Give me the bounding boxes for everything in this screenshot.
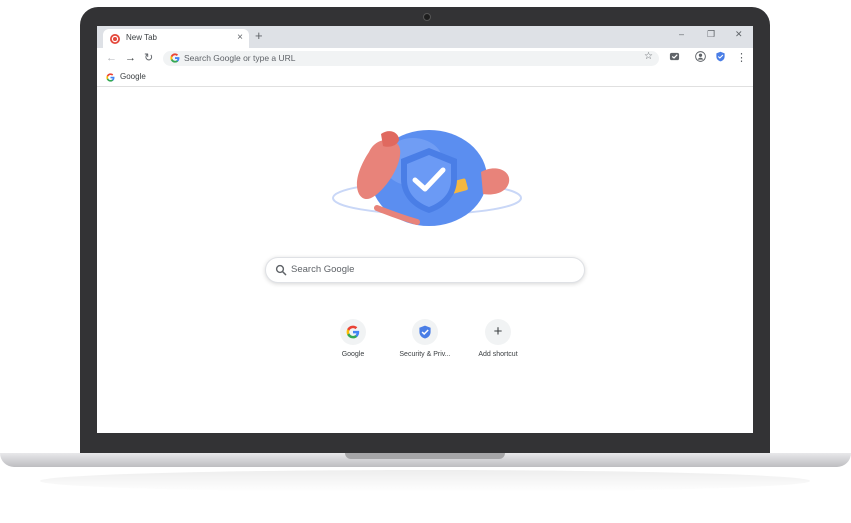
tab-new-tab[interactable]: New Tab × bbox=[103, 29, 249, 48]
shortcut-label: Security & Priv... bbox=[399, 351, 451, 358]
forward-icon[interactable]: → bbox=[125, 51, 136, 65]
new-tab-button[interactable]: + bbox=[255, 28, 263, 44]
menu-icon[interactable]: ⋮ bbox=[736, 51, 747, 65]
search-placeholder: Search Google bbox=[291, 264, 355, 275]
shield-check-illustration bbox=[332, 130, 522, 226]
search-box[interactable]: Search Google bbox=[265, 257, 585, 283]
reload-icon[interactable]: ↻ bbox=[144, 51, 153, 65]
google-g-icon bbox=[346, 325, 360, 339]
plus-icon: + bbox=[493, 323, 503, 340]
tab-close-icon[interactable]: × bbox=[237, 31, 243, 45]
shortcut-label: Google bbox=[341, 351, 365, 358]
laptop-notch bbox=[345, 453, 505, 459]
shortcut-label: Add shortcut bbox=[478, 351, 518, 358]
omnibox-placeholder: Search Google or type a URL bbox=[184, 53, 296, 63]
tab-favicon-icon bbox=[110, 34, 120, 44]
bookmark-label: Google bbox=[120, 72, 146, 81]
profile-icon[interactable] bbox=[695, 51, 706, 62]
extension-icon[interactable] bbox=[669, 51, 680, 62]
close-window-icon[interactable]: ✕ bbox=[735, 29, 743, 40]
minimize-icon[interactable]: – bbox=[679, 29, 684, 39]
shortcut-icon-tile bbox=[340, 319, 366, 345]
browser-window: New Tab × + – ❐ ✕ ← → ↻ Search Google or… bbox=[97, 26, 753, 433]
shortcut-google[interactable]: Google bbox=[323, 319, 383, 358]
shield-extension-icon[interactable] bbox=[715, 51, 726, 62]
bookmarks-bar: Google bbox=[97, 68, 753, 87]
shortcut-icon-tile: + bbox=[485, 319, 511, 345]
omnibox[interactable]: Search Google or type a URL ☆ bbox=[163, 51, 659, 66]
back-icon[interactable]: ← bbox=[106, 51, 117, 65]
tab-strip: New Tab × + – ❐ ✕ bbox=[97, 26, 753, 48]
restore-icon[interactable]: ❐ bbox=[707, 29, 715, 40]
browser-toolbar: ← → ↻ Search Google or type a URL ☆ ⋮ bbox=[97, 48, 753, 68]
shortcut-icon-tile bbox=[412, 319, 438, 345]
search-icon bbox=[275, 264, 287, 276]
shortcut-add[interactable]: + Add shortcut bbox=[468, 319, 528, 358]
google-g-icon bbox=[106, 73, 115, 82]
tab-title: New Tab bbox=[126, 33, 157, 42]
bookmark-star-icon[interactable]: ☆ bbox=[644, 51, 653, 62]
laptop-shadow bbox=[40, 470, 810, 492]
google-g-icon bbox=[170, 53, 180, 63]
shield-check-icon bbox=[419, 325, 431, 339]
camera-icon bbox=[423, 13, 431, 21]
shortcut-security-privacy[interactable]: Security & Priv... bbox=[395, 319, 455, 358]
